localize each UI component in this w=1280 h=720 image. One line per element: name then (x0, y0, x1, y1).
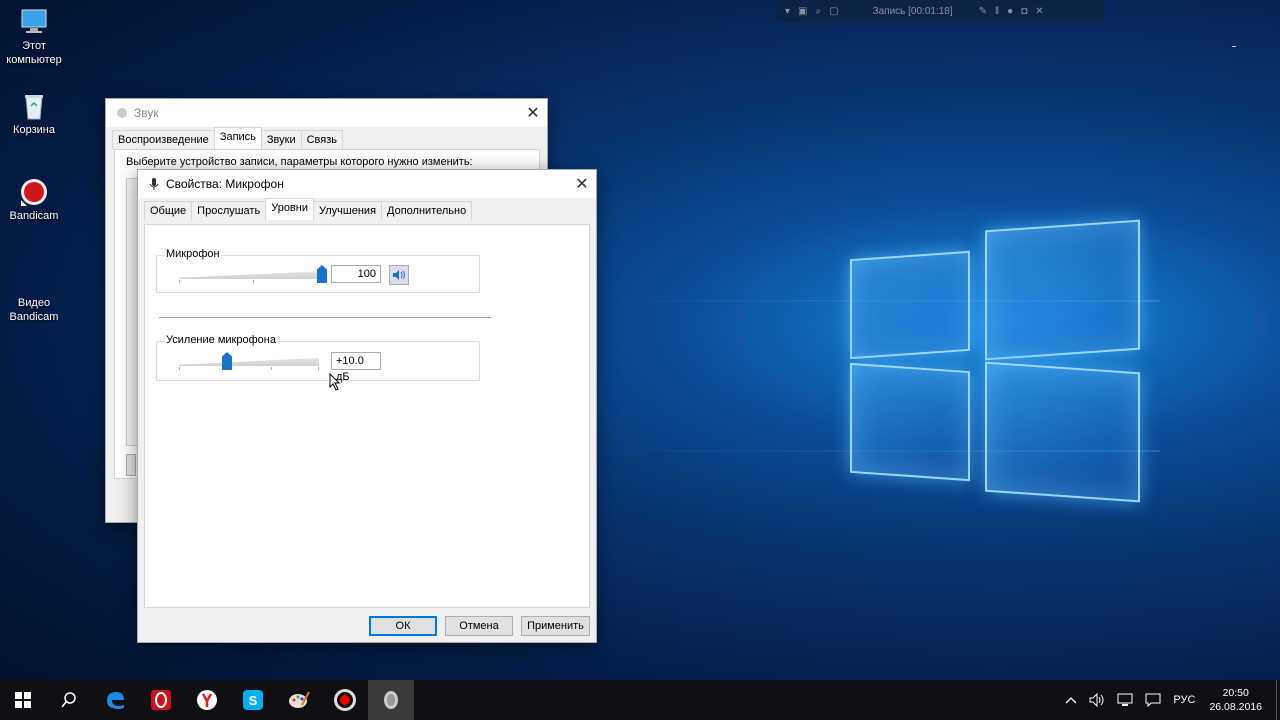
computer-icon (19, 8, 49, 36)
desktop-mark (1232, 46, 1236, 47)
show-hidden-icons-button[interactable] (1065, 696, 1077, 704)
desktop-icon-this-pc[interactable]: Этот компьютер (2, 8, 66, 67)
ok-button[interactable]: ОК (369, 616, 437, 636)
desktop-icon-bandicam-video[interactable]: Видео Bandicam (2, 296, 66, 324)
microphone-level-slider[interactable] (179, 265, 327, 283)
microphone-boost-slider[interactable] (179, 352, 319, 370)
recycle-bin-icon (19, 92, 49, 120)
taskbar-yandex[interactable] (184, 680, 230, 720)
edge-icon (107, 692, 124, 709)
taskbar-sound[interactable] (368, 680, 414, 720)
taskbar-paint[interactable] (276, 680, 322, 720)
search-button[interactable] (46, 680, 92, 720)
pause-icon[interactable]: ‖ (995, 6, 999, 17)
windows-logo-wallpaper (845, 215, 1145, 510)
taskbar-opera[interactable] (138, 680, 184, 720)
desktop-icon-bandicam[interactable]: Bandicam (2, 178, 66, 223)
clock-date: 26.08.2016 (1209, 701, 1262, 713)
opera-icon (151, 690, 171, 710)
separator (159, 317, 491, 318)
tab-listen[interactable]: Прослушать (191, 201, 267, 220)
window-title: Звук (134, 106, 159, 120)
mute-toggle-button[interactable] (389, 265, 409, 285)
taskbar-bandicam[interactable] (322, 680, 368, 720)
taskbar-skype[interactable]: S (230, 680, 276, 720)
camera-icon[interactable]: ◘ (1021, 6, 1027, 17)
volume-icon (1089, 693, 1104, 707)
paint-icon (289, 691, 310, 708)
recording-timer: Запись [00:01:18] (872, 5, 953, 17)
bandicam-icon (19, 178, 49, 206)
speaker-icon (393, 270, 405, 280)
speaker-icon (117, 108, 127, 118)
configure-button[interactable] (126, 454, 136, 476)
search-icon[interactable]: ⌕ (815, 6, 821, 17)
window-title: Свойства: Микрофон (166, 177, 284, 191)
close-button[interactable]: ✕ (519, 99, 547, 127)
tab-playback[interactable]: Воспроизведение (112, 130, 215, 149)
tab-recording[interactable]: Запись (213, 127, 262, 149)
start-icon (15, 692, 31, 708)
microphone-boost-slider-thumb[interactable] (222, 352, 232, 370)
close-icon[interactable]: ✕ (1035, 6, 1043, 17)
bandicam-record-icon (334, 689, 356, 711)
recording-overlay-bar[interactable]: ▾ ▣ ⌕ ▢ Запись [00:01:18] ✎ ‖ ● ◘ ✕ (775, 0, 1105, 22)
window-icon[interactable]: ▣ (798, 6, 807, 17)
microphone-boost-value: +10.0 дБ (331, 352, 381, 383)
clock-time: 20:50 (1222, 687, 1249, 699)
microphone-boost-group: Усиление микрофона +10.0 дБ (156, 334, 480, 383)
microphone-properties-window[interactable]: Свойства: Микрофон ✕ Общие Прослушать Ур… (137, 169, 597, 643)
network-icon (1117, 693, 1133, 706)
language-indicator[interactable]: РУС (1173, 694, 1195, 706)
tab-levels[interactable]: Уровни (265, 198, 314, 220)
start-button[interactable] (0, 680, 46, 720)
pencil-icon[interactable]: ✎ (979, 6, 987, 17)
chat-icon (1145, 693, 1161, 707)
close-button[interactable]: ✕ (568, 170, 596, 198)
microphone-group-label: Микрофон (165, 248, 221, 260)
sound-app-icon (384, 691, 398, 709)
target-icon[interactable]: ▢ (829, 6, 838, 17)
taskbar-edge[interactable] (92, 680, 138, 720)
levels-tab-content: Микрофон 100 Усиление микрофона +10.0 дБ (144, 224, 590, 608)
network-button[interactable] (1117, 693, 1133, 707)
microphone-boost-label: Усиление микрофона (165, 334, 277, 346)
skype-icon: S (243, 690, 263, 710)
mic-props-titlebar[interactable]: Свойства: Микрофон ✕ (138, 170, 596, 198)
yandex-icon (197, 690, 217, 710)
mouse-cursor-icon (329, 373, 341, 391)
apply-button[interactable]: Применить (521, 616, 590, 636)
cancel-button[interactable]: Отмена (445, 616, 513, 636)
svg-text:S: S (249, 693, 258, 708)
tab-enhancements[interactable]: Улучшения (313, 201, 383, 220)
sound-window-titlebar[interactable]: Звук ✕ (106, 99, 547, 127)
microphone-icon (149, 178, 159, 190)
microphone-slider-thumb[interactable] (317, 265, 327, 283)
menu-icon[interactable]: ▾ (785, 6, 790, 17)
desktop-icon-recycle-bin[interactable]: Корзина (2, 92, 66, 137)
tab-advanced[interactable]: Дополнительно (381, 201, 473, 220)
notifications-button[interactable] (1145, 693, 1161, 707)
system-tray: РУС 20:50 26.08.2016 (1059, 680, 1280, 720)
tab-general[interactable]: Общие (144, 201, 193, 220)
clock[interactable]: 20:50 26.08.2016 (1209, 686, 1262, 714)
microphone-level-value[interactable]: 100 (331, 265, 381, 283)
stop-icon[interactable]: ● (1007, 6, 1013, 17)
volume-button[interactable] (1089, 693, 1105, 707)
chevron-up-icon (1065, 697, 1077, 704)
taskbar: S РУС 20:50 26.08.2016 (0, 680, 1280, 720)
microphone-group: Микрофон 100 (156, 248, 480, 293)
mic-props-tabs: Общие Прослушать Уровни Улучшения Дополн… (138, 198, 596, 220)
sound-tabs: Воспроизведение Запись Звуки Связь (106, 127, 547, 149)
tab-sounds[interactable]: Звуки (260, 130, 302, 149)
tab-communications[interactable]: Связь (300, 130, 344, 149)
search-icon (61, 692, 76, 708)
show-desktop-button[interactable] (1276, 680, 1280, 720)
